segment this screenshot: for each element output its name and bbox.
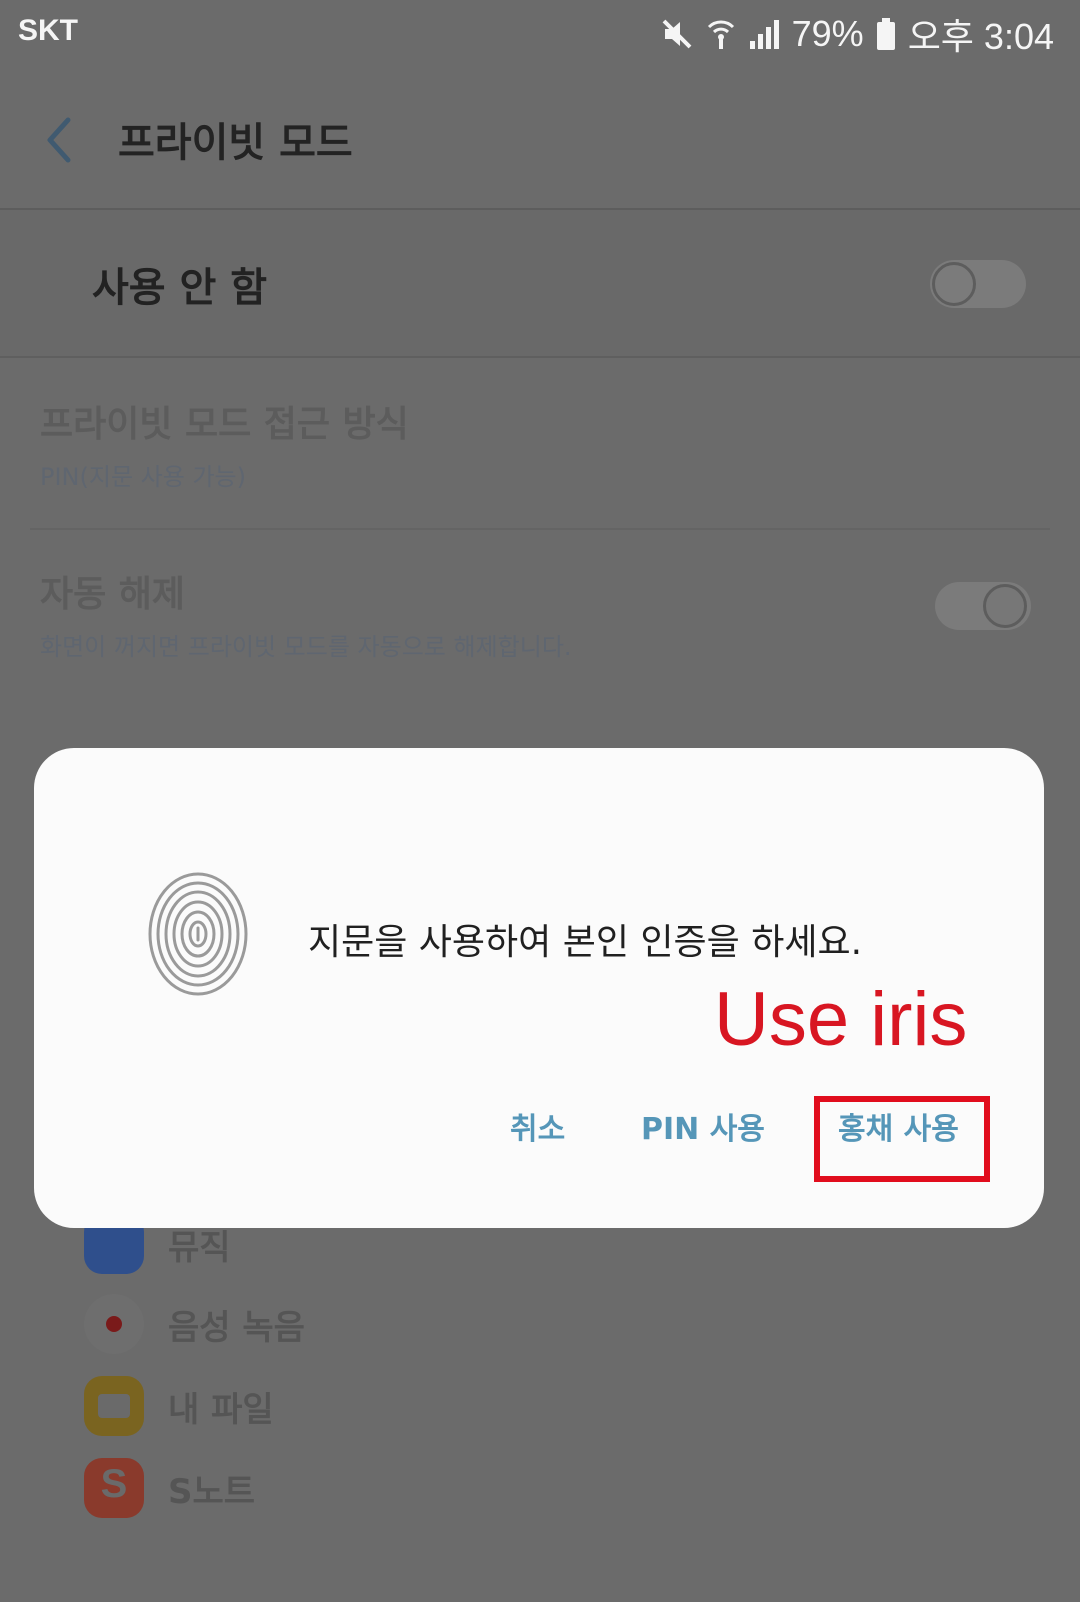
battery-percent: 79% [791, 13, 864, 54]
list-item[interactable]: 내 파일 [84, 1374, 274, 1438]
setting-subtitle: PIN(지문 사용 가능) [40, 463, 246, 491]
annotation-highlight-box [814, 1096, 990, 1182]
annotation-label: Use iris [714, 977, 968, 1062]
setting-subtitle: 화면이 꺼지면 프라이빗 모드를 자동으로 해제합니다. [40, 633, 572, 661]
fingerprint-icon [148, 872, 248, 996]
app-label: 내 파일 [168, 1389, 274, 1430]
setting-title: 프라이빗 모드 접근 방식 [40, 404, 409, 445]
mute-icon [660, 17, 694, 51]
page-title: 프라이빗 모드 [118, 120, 353, 166]
setting-auto-disable[interactable]: 자동 해제 화면이 꺼지면 프라이빗 모드를 자동으로 해제합니다. [40, 565, 1040, 662]
s-note-icon: S [84, 1458, 144, 1518]
use-pin-button[interactable]: PIN 사용 [641, 1104, 765, 1148]
switch-knob [932, 262, 976, 306]
main-toggle-label: 사용 안 함 [92, 265, 268, 311]
app-label: S노트 [168, 1471, 256, 1512]
list-item[interactable]: 음성 녹음 [84, 1292, 305, 1356]
back-button[interactable] [34, 110, 84, 170]
switch-knob [983, 584, 1027, 628]
wifi-icon [706, 17, 736, 51]
carrier-label: SKT [18, 14, 78, 47]
fingerprint-dialog: 지문을 사용하여 본인 인증을 하세요. Use iris 취소 PIN 사용 … [34, 748, 1044, 1228]
main-toggle-row[interactable]: 사용 안 함 [0, 210, 1080, 358]
my-files-icon [84, 1376, 144, 1436]
setting-title: 자동 해제 [40, 574, 186, 615]
private-mode-switch[interactable] [930, 260, 1026, 308]
setting-access-method[interactable]: 프라이빗 모드 접근 방식 PIN(지문 사용 가능) [40, 395, 1040, 492]
signal-icon [748, 17, 780, 51]
battery-icon [876, 17, 896, 51]
dialog-message: 지문을 사용하여 본인 인증을 하세요. [308, 922, 863, 963]
status-bar: SKT 79% 오후 3:04 [0, 0, 1080, 70]
cancel-button[interactable]: 취소 [510, 1104, 565, 1148]
status-icons: 79% 오후 3:04 [660, 10, 1054, 58]
screen: SKT 79% 오후 3:04 프라이빗 모드 사용 안 함 프라이빗 모드 접… [0, 0, 1080, 1602]
app-label: 음성 녹음 [168, 1307, 305, 1348]
back-arrow-icon [47, 117, 71, 163]
voice-recorder-icon [84, 1294, 144, 1354]
clock: 오후 3:04 [907, 16, 1054, 57]
app-bar: 프라이빗 모드 [0, 70, 1080, 210]
divider [30, 528, 1050, 530]
auto-disable-switch[interactable] [935, 582, 1031, 630]
list-item[interactable]: S S노트 [84, 1456, 255, 1520]
